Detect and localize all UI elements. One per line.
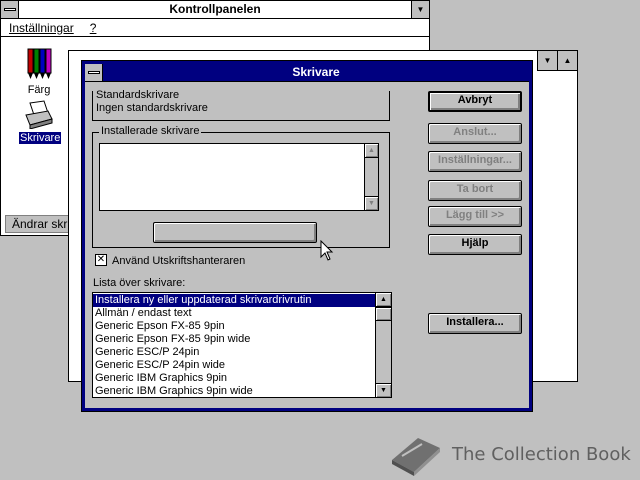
help-button[interactable]: Hjälp — [428, 234, 522, 255]
list-item[interactable]: Generic ESC/P 24pin — [93, 346, 376, 359]
installed-printers-group: Installerade skrivare ▲ ▼ — [92, 125, 390, 248]
background-window-controls: ▼ ▲ — [537, 51, 577, 71]
maximize-button[interactable]: ▲ — [557, 51, 577, 70]
list-item[interactable]: Allmän / endast text — [93, 307, 376, 320]
minimize-button[interactable]: ▼ — [537, 51, 557, 70]
cancel-button[interactable]: Avbryt — [428, 91, 522, 112]
printer-list-scrollbar[interactable]: ▲ ▼ — [375, 293, 391, 397]
default-printer-group: Standardskrivare Ingen standardskrivare — [92, 89, 390, 121]
menubar: Inställningar ? — [1, 19, 429, 37]
scroll-thumb[interactable] — [376, 307, 391, 321]
settings-button[interactable]: Inställningar... — [428, 151, 522, 172]
installed-printers-list[interactable]: ▲ ▼ — [99, 143, 379, 211]
mouse-cursor-icon — [320, 240, 334, 261]
install-button[interactable]: Installera... — [428, 313, 522, 334]
icon-color[interactable]: Färg — [19, 47, 59, 96]
default-printer-label: Standardskrivare — [96, 89, 180, 101]
menu-help[interactable]: ? — [90, 21, 97, 35]
system-menu-icon[interactable] — [85, 64, 103, 81]
up-arrow-icon: ▲ — [563, 56, 572, 65]
printer-icon — [25, 100, 53, 130]
book-icon — [392, 438, 440, 476]
printers-dialog: Skrivare Standardskrivare Ingen standard… — [81, 60, 533, 412]
down-arrow-icon: ▼ — [543, 56, 552, 65]
dialog-titlebar[interactable]: Skrivare — [85, 64, 529, 82]
installed-printers-label: Installerade skrivare — [99, 125, 202, 137]
installed-list-scrollbar[interactable]: ▲ ▼ — [364, 144, 378, 210]
list-item[interactable]: Generic Epson FX-85 9pin — [93, 320, 376, 333]
printer-list-items: Installera ny eller uppdaterad skrivardr… — [93, 294, 376, 397]
use-print-manager-checkbox[interactable]: ✕ — [95, 254, 107, 266]
set-default-button[interactable] — [153, 222, 317, 243]
watermark-text: The Collection Book — [452, 443, 631, 465]
default-printer-value: Ingen standardskrivare — [96, 102, 208, 114]
list-item[interactable]: Generic IBM Graphics 9pin wide — [93, 385, 376, 397]
scroll-up-button[interactable]: ▲ — [376, 293, 391, 307]
scroll-down-button[interactable]: ▼ — [376, 383, 391, 397]
use-print-manager-label[interactable]: Använd Utskriftshanteraren — [112, 255, 245, 267]
status-text: Ändrar skri — [12, 217, 71, 231]
list-item[interactable]: Generic IBM Graphics 9pin — [93, 372, 376, 385]
scroll-up-button[interactable]: ▲ — [365, 144, 378, 158]
icon-label-color: Färg — [27, 84, 51, 96]
list-item[interactable]: Installera ny eller uppdaterad skrivardr… — [93, 294, 376, 307]
color-pencils-icon — [27, 48, 52, 79]
menu-installningar[interactable]: Inställningar — [9, 21, 74, 35]
icon-label-printer: Skrivare — [19, 132, 62, 144]
remove-button[interactable]: Ta bort — [428, 180, 522, 201]
dialog-title: Skrivare — [103, 64, 529, 81]
connect-button[interactable]: Anslut... — [428, 123, 522, 144]
list-item[interactable]: Generic Epson FX-85 9pin wide — [93, 333, 376, 346]
watermark: The Collection Book — [388, 432, 631, 476]
system-menu-icon[interactable] — [1, 1, 19, 18]
window-title: Kontrollpanelen — [19, 1, 411, 18]
down-arrow-icon: ▼ — [416, 5, 425, 14]
add-button[interactable]: Lägg till >> — [428, 206, 522, 227]
icon-printer[interactable]: Skrivare — [19, 99, 62, 144]
printer-list[interactable]: Installera ny eller uppdaterad skrivardr… — [92, 292, 392, 398]
minimize-button[interactable]: ▼ — [411, 1, 429, 18]
list-item[interactable]: Generic ESC/P 24pin wide — [93, 359, 376, 372]
scroll-down-button[interactable]: ▼ — [365, 196, 378, 210]
printer-list-label: Lista över skrivare: — [93, 277, 186, 289]
control-panel-titlebar[interactable]: Kontrollpanelen ▼ — [1, 1, 429, 19]
